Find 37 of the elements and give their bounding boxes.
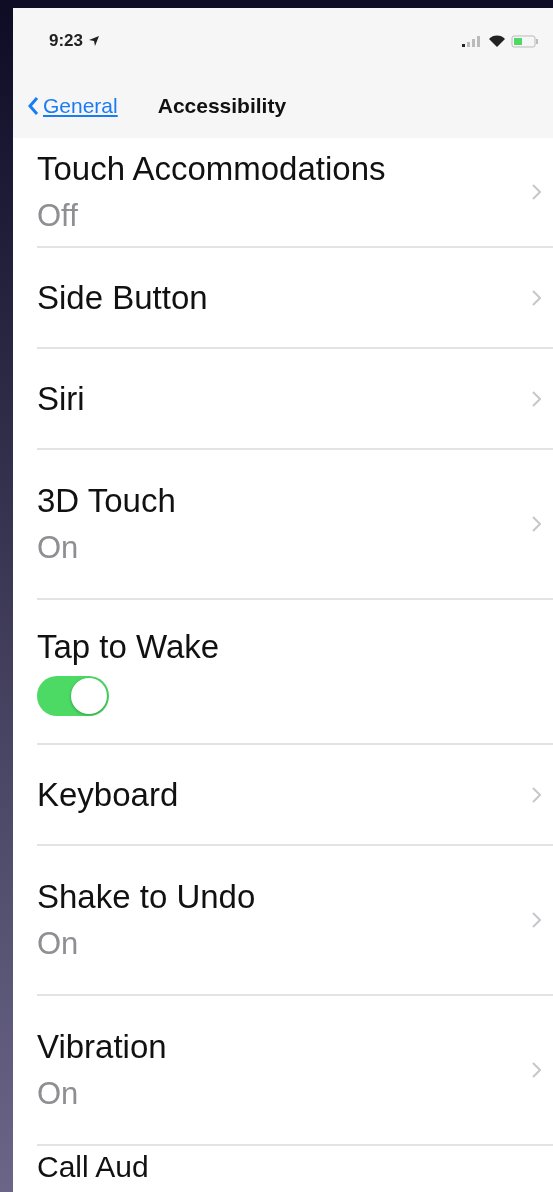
location-arrow-icon	[88, 35, 101, 47]
toggle-switch[interactable]	[37, 675, 109, 716]
status-time: 9:23	[49, 31, 84, 51]
row-label: Touch Accommodations	[37, 150, 386, 188]
row-value: On	[37, 1076, 79, 1112]
settings-row[interactable]: Vibration On	[37, 996, 553, 1146]
settings-row[interactable]: 3D Touch On	[37, 450, 553, 600]
chevron-icon	[532, 516, 541, 532]
row-label: Side Button	[37, 278, 208, 317]
settings-row[interactable]: Tap to Wake	[37, 600, 553, 745]
row-value: Off	[37, 198, 78, 234]
row-label: Call Aud	[37, 1150, 149, 1184]
signal-icon	[461, 35, 483, 47]
row-label: Tap to Wake	[37, 627, 220, 666]
back-chevron-icon	[27, 96, 39, 116]
row-label: Siri	[37, 379, 85, 418]
chevron-icon	[532, 786, 541, 803]
chevron-icon	[532, 390, 541, 407]
settings-row[interactable]: Side Button	[37, 248, 553, 349]
chevron-icon	[532, 1062, 541, 1078]
chevron-icon	[532, 289, 541, 306]
settings-row[interactable]: Keyboard	[37, 745, 553, 846]
row-label: 3D Touch	[37, 482, 176, 520]
nav-title: Accessibility	[157, 94, 287, 118]
battery-icon	[511, 34, 539, 48]
row-label: Vibration	[37, 1028, 167, 1066]
wifi-icon	[488, 34, 506, 48]
row-value: On	[37, 530, 79, 566]
settings-row[interactable]: Touch Accommodations Off	[37, 138, 553, 248]
chevron-icon	[532, 184, 541, 200]
chevron-icon	[532, 912, 541, 928]
settings-row[interactable]: Siri	[37, 349, 553, 450]
row-label: Shake to Undo	[37, 878, 256, 916]
row-label: Keyboard	[37, 775, 179, 814]
settings-row[interactable]: Shake to Undo On	[37, 846, 553, 996]
back-link[interactable]: General	[27, 94, 118, 118]
row-value: On	[37, 926, 79, 962]
